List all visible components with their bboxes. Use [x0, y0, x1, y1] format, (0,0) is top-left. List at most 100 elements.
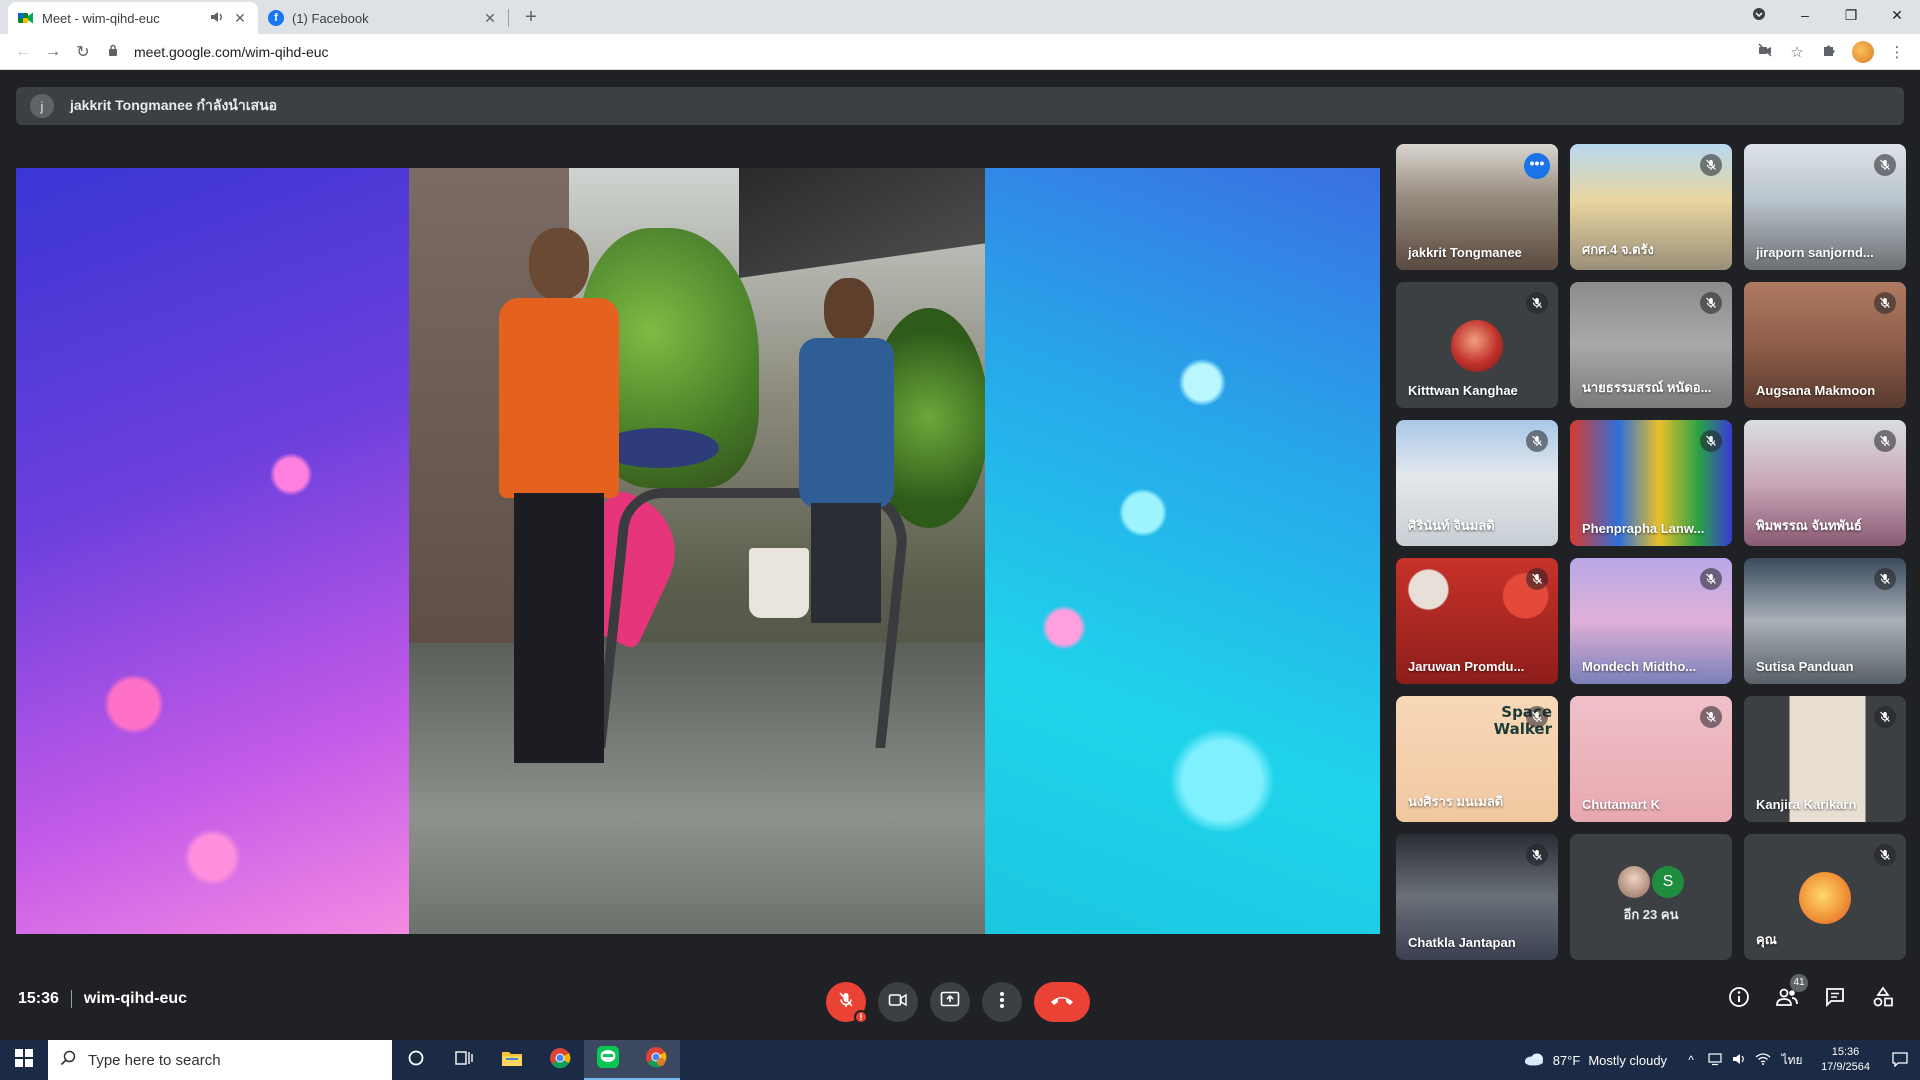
hang-up-phone-icon: [1049, 993, 1075, 1011]
participant-tile[interactable]: Augsana Makmoon: [1744, 282, 1906, 408]
bookmark-star-icon[interactable]: ☆: [1788, 43, 1806, 61]
address-bar[interactable]: meet.google.com/wim-qihd-euc: [108, 38, 1742, 66]
tab-meet[interactable]: Meet - wim-qihd-euc ✕: [8, 2, 258, 34]
participant-name: พิมพรรณ จันทพันธ์: [1756, 518, 1862, 533]
participant-name: ศกศ.4 จ.ตรัง: [1582, 242, 1654, 257]
more-options-button[interactable]: [982, 982, 1022, 1022]
chrome-meet-taskbar-button[interactable]: [632, 1040, 680, 1080]
forward-arrow-icon[interactable]: →: [38, 43, 68, 61]
chat-button[interactable]: [1824, 987, 1846, 1010]
taskbar-search[interactable]: Type here to search: [48, 1040, 392, 1080]
participant-name: Chatkla Jantapan: [1408, 935, 1516, 950]
participant-tile[interactable]: Kanjira Karikarn: [1744, 696, 1906, 822]
network-status-icon[interactable]: [1705, 1052, 1725, 1069]
participant-tile[interactable]: Chatkla Jantapan: [1396, 834, 1558, 960]
minimize-icon[interactable]: –: [1782, 7, 1828, 23]
participant-tile[interactable]: นายธรรมสรณ์ หนัดอ...: [1570, 282, 1732, 408]
mic-off-icon: [1526, 292, 1548, 314]
chrome-profile-icon: [645, 1046, 667, 1073]
microphone-toggle-button[interactable]: !: [826, 982, 868, 1024]
search-icon: [60, 1050, 76, 1070]
notification-center-button[interactable]: [1880, 1051, 1920, 1070]
mic-off-icon: [837, 991, 855, 1014]
input-language[interactable]: ไทย: [1777, 1051, 1807, 1070]
folder-icon: [501, 1049, 523, 1072]
participant-tile[interactable]: jiraporn sanjornd...: [1744, 144, 1906, 270]
tab-facebook[interactable]: f (1) Facebook ✕: [258, 2, 508, 34]
mic-off-icon: [1874, 706, 1896, 728]
participant-name: คุณ: [1756, 932, 1777, 947]
weather-widget[interactable]: 87°F Mostly cloudy: [1523, 1052, 1667, 1069]
mic-off-icon: [1700, 430, 1722, 452]
participant-name: Augsana Makmoon: [1756, 383, 1876, 398]
meet-window: j jakkrit Tongmanee กำลังนำเสนอ ••• jakkr…: [0, 70, 1920, 1040]
participant-name: jiraporn sanjornd...: [1756, 245, 1874, 260]
participant-tile[interactable]: Mondech Midtho...: [1570, 558, 1732, 684]
tab-search-icon[interactable]: [1736, 7, 1782, 24]
chrome-taskbar-button[interactable]: [536, 1040, 584, 1080]
participant-avatar: [1451, 320, 1503, 372]
start-button[interactable]: [0, 1040, 48, 1080]
participant-tile[interactable]: Phenprapha Lanw...: [1570, 420, 1732, 546]
people-button[interactable]: 41: [1776, 974, 1808, 1010]
activities-shapes-icon: [1872, 986, 1894, 1013]
task-view-button[interactable]: [440, 1040, 488, 1080]
lock-icon[interactable]: [108, 44, 128, 59]
profile-avatar[interactable]: [1852, 40, 1874, 63]
mic-off-icon: [1526, 430, 1548, 452]
chevron-up-icon[interactable]: ^: [1681, 1053, 1701, 1067]
mic-off-icon: [1874, 292, 1896, 314]
others-count-label: อีก 23 คน: [1623, 907, 1679, 922]
camera-blocked-icon[interactable]: [1756, 42, 1774, 61]
leave-call-button[interactable]: [1034, 982, 1090, 1022]
participant-tile[interactable]: Chutamart K: [1570, 696, 1732, 822]
camera-toggle-button[interactable]: [878, 982, 918, 1022]
others-count-tile[interactable]: S อีก 23 คน: [1570, 834, 1732, 960]
mic-off-icon: [1526, 844, 1548, 866]
speaker-icon[interactable]: [210, 11, 226, 26]
participant-name: Phenprapha Lanw...: [1582, 521, 1705, 536]
people-count-badge: 41: [1790, 974, 1808, 992]
vertical-dots-icon: [999, 991, 1005, 1014]
participant-tile[interactable]: Sutisa Panduan: [1744, 558, 1906, 684]
participant-tile[interactable]: Jaruwan Promdu...: [1396, 558, 1558, 684]
mic-off-icon: [1700, 568, 1722, 590]
meeting-info-button[interactable]: [1728, 986, 1750, 1010]
volume-icon[interactable]: [1729, 1053, 1749, 1068]
window-controls: – ❐ ✕: [1736, 0, 1920, 30]
new-tab-button[interactable]: +: [517, 4, 545, 32]
extensions-puzzle-icon[interactable]: [1820, 43, 1838, 61]
chrome-menu-icon[interactable]: ⋮: [1888, 43, 1906, 61]
participant-name: Kitttwan Kanghae: [1408, 383, 1518, 398]
cortana-button[interactable]: [392, 1040, 440, 1080]
participant-tile[interactable]: พิมพรรณ จันทพันธ์: [1744, 420, 1906, 546]
line-taskbar-button[interactable]: [584, 1040, 632, 1080]
participant-name: Jaruwan Promdu...: [1408, 659, 1525, 674]
file-explorer-button[interactable]: [488, 1040, 536, 1080]
participant-tile[interactable]: ศิรินันท์ จินมลดิ: [1396, 420, 1558, 546]
participant-tile[interactable]: Space Walkerนงศิราร มนเมลดิ: [1396, 696, 1558, 822]
reload-icon[interactable]: ↻: [68, 42, 98, 62]
search-placeholder: Type here to search: [88, 1051, 221, 1069]
cortana-circle-icon: [407, 1049, 425, 1072]
participant-tile[interactable]: ศกศ.4 จ.ตรัง: [1570, 144, 1732, 270]
taskbar-clock[interactable]: 15:36 17/9/2564: [1821, 1045, 1870, 1075]
restore-icon[interactable]: ❐: [1828, 7, 1874, 24]
participant-tile[interactable]: ••• jakkrit Tongmanee: [1396, 144, 1558, 270]
close-tab-icon[interactable]: ✕: [232, 10, 248, 26]
close-window-icon[interactable]: ✕: [1874, 7, 1920, 24]
present-now-button[interactable]: [930, 982, 970, 1022]
back-arrow-icon[interactable]: ←: [8, 43, 38, 61]
participant-tile[interactable]: คุณ: [1744, 834, 1906, 960]
activities-button[interactable]: [1872, 986, 1894, 1013]
mic-off-icon: [1700, 706, 1722, 728]
presentation-stage[interactable]: [16, 168, 1380, 934]
tile-options-icon[interactable]: •••: [1524, 153, 1550, 179]
participant-tile[interactable]: Kitttwan Kanghae: [1396, 282, 1558, 408]
participant-name: jakkrit Tongmanee: [1408, 245, 1522, 260]
bokeh-background-right: [985, 168, 1380, 934]
close-tab-icon[interactable]: ✕: [482, 10, 498, 26]
windows-taskbar: Type here to search 87°F Mostly cloudy ^: [0, 1040, 1920, 1080]
wifi-icon[interactable]: [1753, 1052, 1773, 1068]
taskbar-date: 17/9/2564: [1821, 1061, 1870, 1073]
